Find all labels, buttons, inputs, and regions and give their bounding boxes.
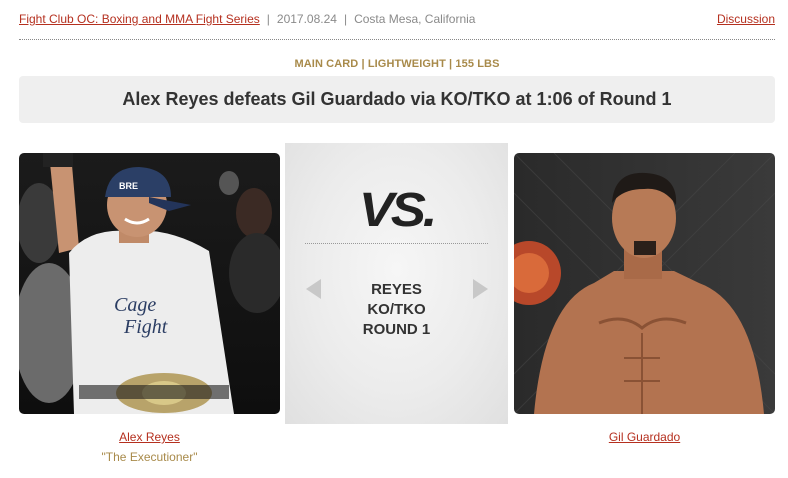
event-header: Fight Club OC: Boxing and MMA Fight Seri… <box>19 11 775 40</box>
fighter-link-left[interactable]: Alex Reyes <box>119 430 180 444</box>
vs-label: VS. <box>358 184 438 237</box>
event-link[interactable]: Fight Club OC: Boxing and MMA Fight Seri… <box>19 12 260 26</box>
winner-name: REYES <box>371 281 422 298</box>
svg-text:BRE: BRE <box>119 181 138 191</box>
fighter-photo-left[interactable]: BRE Cage Fight <box>19 153 280 414</box>
fight-info: MAIN CARD | LIGHTWEIGHT | 155 LBS <box>294 58 500 70</box>
fighter-photo-right[interactable] <box>514 153 775 414</box>
separator: | <box>266 12 270 26</box>
svg-text:Cage: Cage <box>114 294 156 316</box>
fighter-link-right[interactable]: Gil Guardado <box>609 430 680 444</box>
separator: | <box>343 12 348 26</box>
fighter-photo-image <box>514 153 775 414</box>
fighter-photo-image: BRE Cage Fight <box>19 153 280 414</box>
discussion-link[interactable]: Discussion <box>717 12 775 26</box>
fighter-nickname-left: "The Executioner" <box>101 450 198 464</box>
result-headline: Alex Reyes defeats Gil Guardado via KO/T… <box>19 76 775 123</box>
event-meta: Fight Club OC: Boxing and MMA Fight Seri… <box>19 12 475 26</box>
fight-result-summary: REYES KO/TKO ROUND 1 <box>285 280 508 340</box>
win-method: KO/TKO <box>367 301 426 318</box>
vs-panel: VS. REYES KO/TKO ROUND 1 <box>285 143 508 424</box>
svg-text:Fight: Fight <box>123 316 168 338</box>
divider <box>305 243 488 244</box>
event-location: Costa Mesa, California <box>354 12 476 26</box>
fighter-name-left: Alex Reyes <box>19 430 280 444</box>
fighter-name-right: Gil Guardado <box>514 430 775 444</box>
event-date: 2017.08.24 <box>276 12 337 26</box>
win-round: ROUND 1 <box>362 321 431 338</box>
